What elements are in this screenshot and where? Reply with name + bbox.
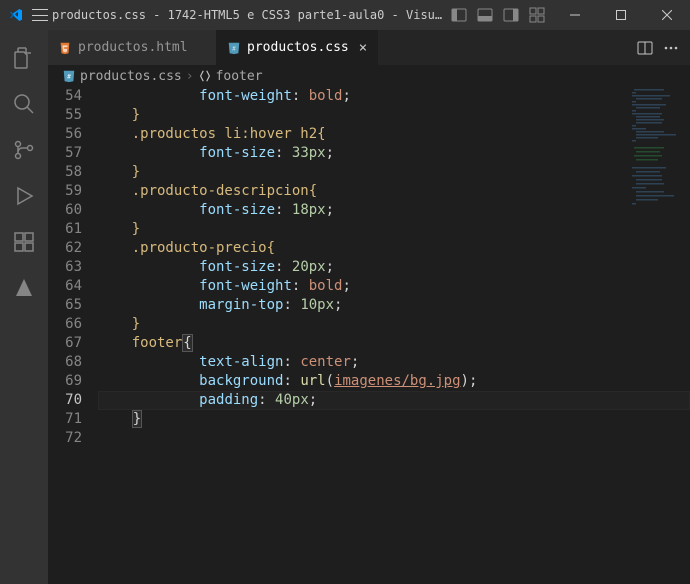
html-file-icon (58, 41, 72, 55)
code-line[interactable] (98, 429, 690, 448)
title-bar: productos.css - 1742-HTML5 e CSS3 parte1… (0, 0, 690, 30)
line-number: 65 (48, 296, 82, 315)
window-title: productos.css - 1742-HTML5 e CSS3 parte1… (48, 8, 448, 22)
line-number: 61 (48, 220, 82, 239)
maximize-button[interactable] (598, 0, 644, 30)
css-file-icon: # (227, 41, 241, 55)
breadcrumb-file: # productos.css (62, 69, 182, 84)
extensions-icon[interactable] (0, 222, 48, 262)
line-number: 54 (48, 87, 82, 106)
code-line[interactable]: .productos li:hover h2{ (98, 125, 690, 144)
minimize-button[interactable] (552, 0, 598, 30)
layout-sideleft-icon[interactable] (448, 4, 470, 26)
chevron-right-icon: › (186, 69, 194, 84)
activity-bar (0, 30, 48, 584)
code-line[interactable]: font-size: 33px; (98, 144, 690, 163)
line-number: 66 (48, 315, 82, 334)
line-number: 58 (48, 163, 82, 182)
layout-bottom-icon[interactable] (474, 4, 496, 26)
run-debug-icon[interactable] (0, 176, 48, 216)
line-number: 64 (48, 277, 82, 296)
source-control-icon[interactable] (0, 130, 48, 170)
line-number: 67 (48, 334, 82, 353)
svg-text:#: # (232, 45, 236, 52)
line-number: 69 (48, 372, 82, 391)
code-line[interactable]: .producto-precio{ (98, 239, 690, 258)
line-number: 71 (48, 410, 82, 429)
svg-text:#: # (67, 74, 71, 81)
close-icon[interactable]: × (359, 41, 367, 55)
explorer-icon[interactable] (0, 38, 48, 78)
layout-customize-icon[interactable] (526, 4, 548, 26)
code-line[interactable]: } (98, 106, 690, 125)
split-editor-icon[interactable] (634, 37, 656, 59)
code-editor[interactable]: 54555657585960616263646566676869707172 f… (48, 87, 690, 584)
code-line[interactable]: } (98, 315, 690, 334)
code-line[interactable]: } (98, 220, 690, 239)
line-number: 70 (48, 391, 82, 410)
tab-label: productos.css (247, 40, 349, 55)
line-number: 72 (48, 429, 82, 448)
code-line[interactable]: font-weight: bold; (98, 277, 690, 296)
code-line[interactable]: margin-top: 10px; (98, 296, 690, 315)
code-line[interactable]: padding: 40px; (98, 391, 690, 410)
tab-productos-css[interactable]: # productos.css × (217, 30, 378, 65)
search-icon[interactable] (0, 84, 48, 124)
layout-sideright-icon[interactable] (500, 4, 522, 26)
code-line[interactable]: footer{ (98, 334, 690, 353)
code-line[interactable]: font-size: 20px; (98, 258, 690, 277)
line-number: 63 (48, 258, 82, 277)
vscode-logo-icon (8, 7, 24, 23)
code-line[interactable]: font-size: 18px; (98, 201, 690, 220)
code-line[interactable]: text-align: center; (98, 353, 690, 372)
line-number: 68 (48, 353, 82, 372)
code-line[interactable]: background: url(imagenes/bg.jpg); (98, 372, 690, 391)
line-number: 59 (48, 182, 82, 201)
more-actions-icon[interactable] (660, 37, 682, 59)
editor-tabs: productos.html × # productos.css × (48, 30, 690, 65)
code-line[interactable]: } (98, 410, 690, 429)
code-line[interactable]: font-weight: bold; (98, 87, 690, 106)
tab-label: productos.html (78, 40, 188, 55)
menu-icon[interactable] (32, 7, 48, 23)
azure-icon[interactable] (0, 268, 48, 308)
close-button[interactable] (644, 0, 690, 30)
line-number: 56 (48, 125, 82, 144)
line-number: 55 (48, 106, 82, 125)
code-line[interactable]: .producto-descripcion{ (98, 182, 690, 201)
tab-productos-html[interactable]: productos.html × (48, 30, 217, 65)
line-number: 62 (48, 239, 82, 258)
line-number: 60 (48, 201, 82, 220)
line-number: 57 (48, 144, 82, 163)
code-line[interactable]: } (98, 163, 690, 182)
breadcrumb-symbol: footer (198, 69, 263, 84)
breadcrumbs[interactable]: # productos.css › footer (48, 65, 690, 87)
